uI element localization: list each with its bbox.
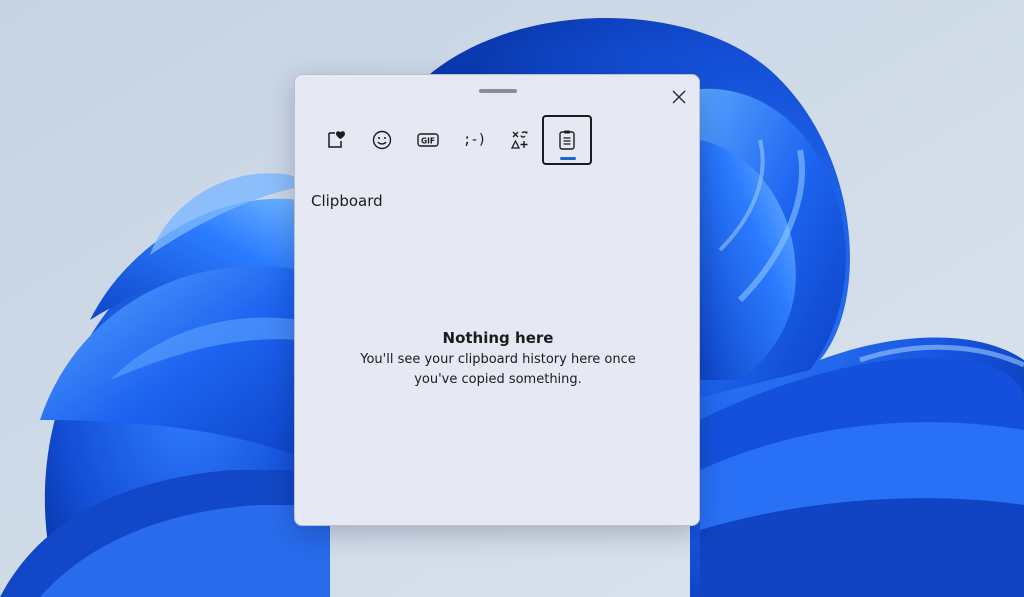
empty-state: Nothing here You'll see your clipboard h… — [295, 329, 699, 390]
section-title: Clipboard — [311, 192, 383, 210]
empty-state-message: You'll see your clipboard history here o… — [360, 352, 636, 387]
heart-note-icon — [325, 129, 347, 151]
smiley-icon — [371, 129, 393, 151]
active-tab-indicator — [560, 157, 576, 160]
clipboard-panel: GIF ;-) Clipboard Nothing here You'll se… — [294, 74, 700, 526]
tab-kaomoji[interactable]: ;-) — [449, 115, 499, 165]
empty-state-title: Nothing here — [442, 329, 554, 347]
clipboard-icon — [557, 129, 577, 151]
gif-label: GIF — [421, 136, 435, 145]
tab-emoji[interactable] — [357, 115, 407, 165]
close-button[interactable] — [665, 83, 693, 111]
tab-favorites[interactable] — [311, 115, 361, 165]
close-icon — [672, 90, 686, 104]
tab-symbols[interactable] — [495, 115, 545, 165]
panel-tabs: GIF ;-) — [311, 115, 681, 167]
tab-clipboard[interactable] — [542, 115, 592, 165]
drag-handle[interactable] — [479, 89, 517, 93]
kaomoji-icon: ;-) — [462, 132, 486, 148]
gif-icon: GIF — [416, 129, 440, 151]
tab-gif[interactable]: GIF — [403, 115, 453, 165]
symbols-icon — [509, 129, 531, 151]
